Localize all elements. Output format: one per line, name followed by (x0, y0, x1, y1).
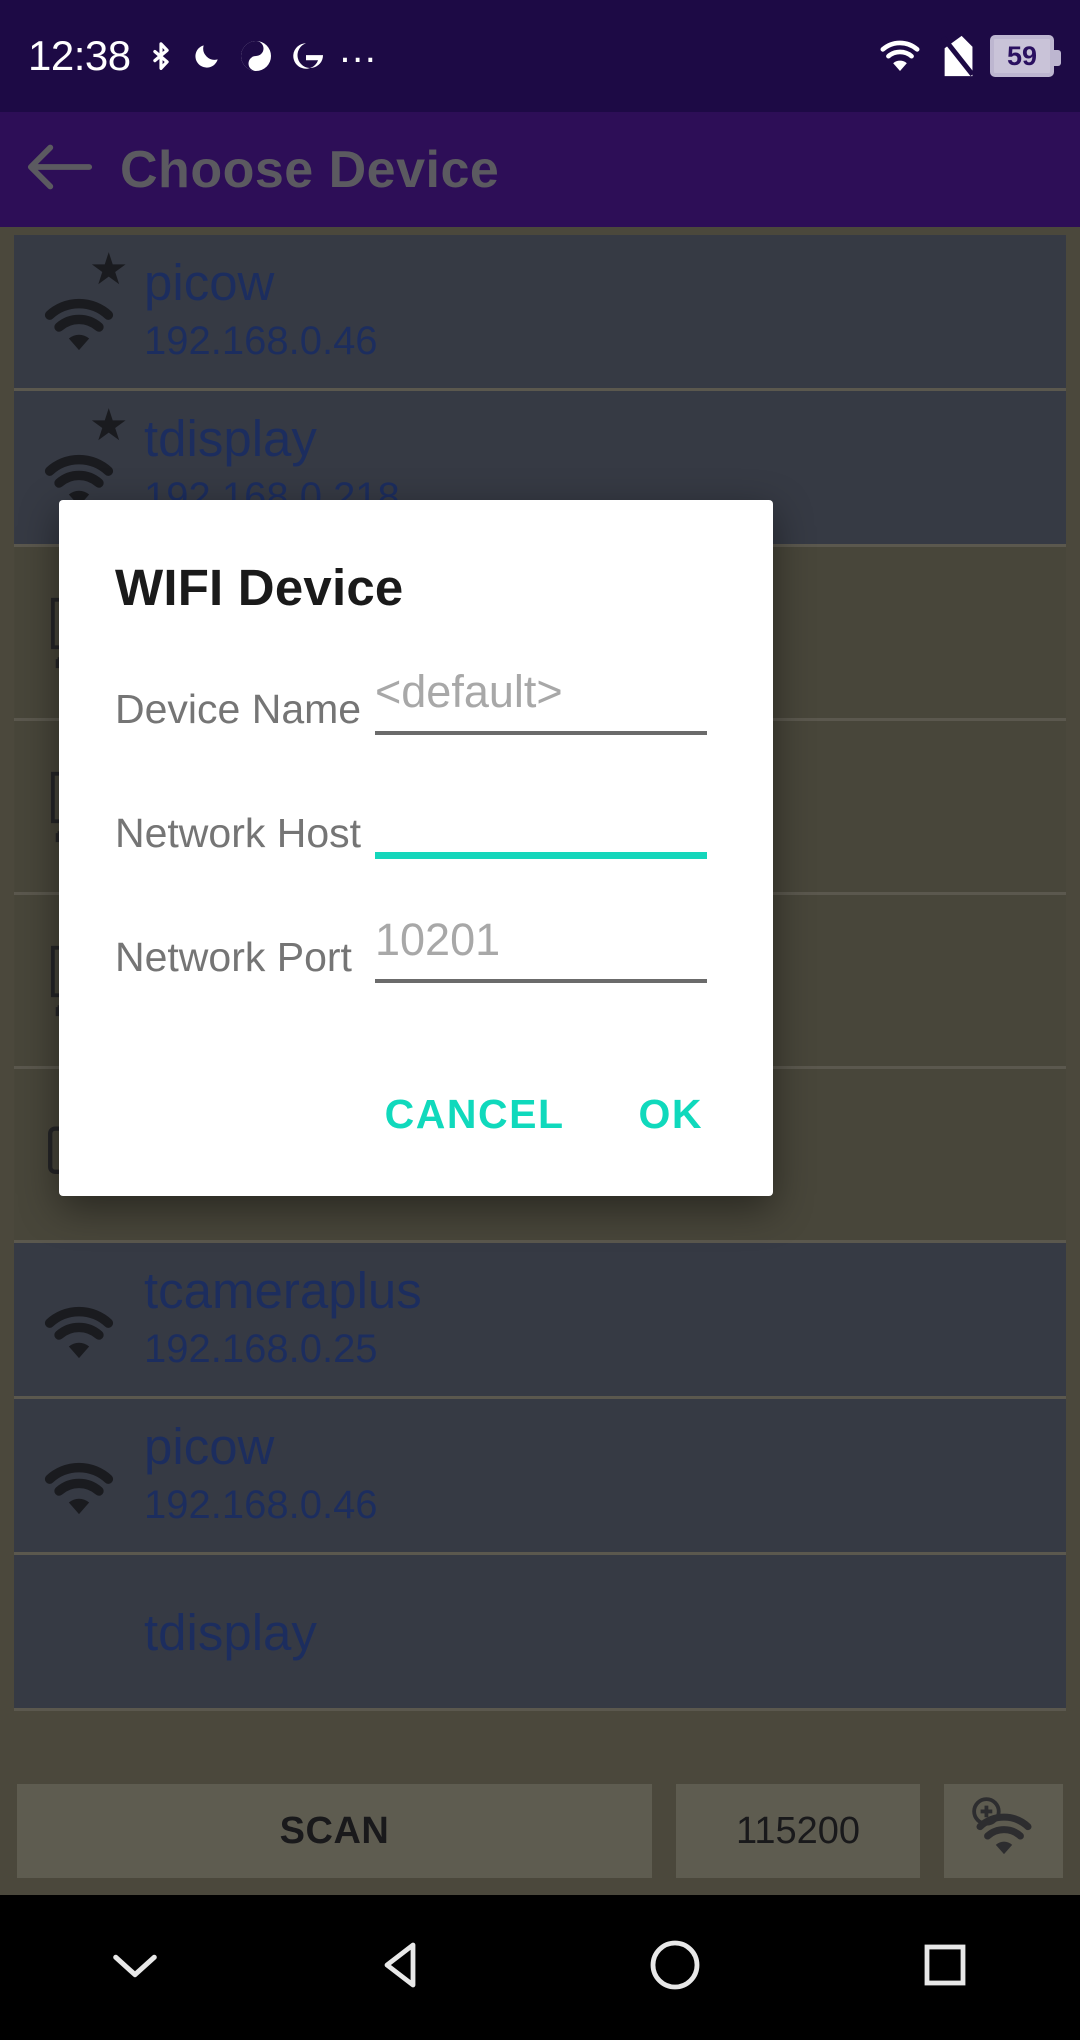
nav-back-button[interactable] (270, 1939, 540, 1996)
square-recents-icon (919, 1939, 971, 1996)
ok-button[interactable]: OK (613, 1077, 730, 1152)
hide-keyboard-button[interactable] (0, 1946, 270, 1989)
status-bar-clock: 12:38 (28, 32, 131, 79)
network-port-underline (375, 979, 707, 983)
triangle-back-icon (379, 1939, 431, 1996)
wifi-icon (14, 1273, 144, 1367)
wifi-icon (14, 1617, 144, 1647)
device-name-label: Device Name (115, 686, 362, 732)
list-item[interactable]: tcameraplus 192.168.0.25 (14, 1243, 1066, 1399)
network-port-label: Network Port (115, 934, 352, 980)
device-ip: 192.168.0.46 (144, 318, 378, 363)
device-name: tdisplay (144, 410, 317, 468)
dialog-title: WIFI Device (115, 559, 404, 616)
do-not-disturb-moon-icon (191, 36, 223, 76)
page-title: Choose Device (120, 140, 500, 199)
baudrate-button[interactable]: 115200 (673, 1781, 923, 1881)
list-item-text: ★ picow 192.168.0.46 (89, 248, 378, 370)
chevron-down-icon (108, 1946, 162, 1989)
list-item-text: tdisplay (144, 1602, 317, 1660)
cancel-button[interactable]: CANCEL (359, 1077, 591, 1152)
device-ip: 192.168.0.46 (144, 1482, 378, 1527)
network-host-field-row: Network Host (59, 791, 773, 871)
android-nav-bar (0, 1895, 1080, 2040)
device-name-value: <default> (375, 666, 563, 717)
device-name-field-row: Device Name <default> (59, 667, 773, 747)
network-host-value (375, 791, 707, 841)
list-item[interactable]: tdisplay (14, 1555, 1066, 1711)
network-port-value: 10201 (375, 914, 501, 965)
network-port-input[interactable]: 10201 (375, 915, 707, 995)
wifi-icon (14, 1429, 144, 1523)
battery-level-text: 59 (1006, 40, 1038, 71)
device-name: picow (144, 1418, 275, 1476)
bluetooth-icon (146, 34, 176, 78)
device-name: picow (144, 254, 275, 312)
scan-button[interactable]: SCAN (14, 1781, 655, 1881)
device-name: tcameraplus (144, 1262, 422, 1320)
device-name-underline (375, 731, 707, 735)
device-ip: 192.168.0.25 (144, 1326, 378, 1371)
sync-icon (238, 36, 274, 76)
status-bar-right: 59 (876, 34, 1061, 78)
status-bar: 12:38 … 59 (0, 0, 1080, 112)
nav-home-button[interactable] (540, 1937, 810, 1998)
wifi-device-dialog: WIFI Device Device Name <default> Networ… (59, 500, 773, 1196)
device-name-input[interactable]: <default> (375, 667, 707, 747)
add-wifi-button[interactable] (941, 1781, 1066, 1881)
circle-home-icon (647, 1937, 703, 1998)
list-item[interactable]: picow 192.168.0.46 (14, 1399, 1066, 1555)
battery-indicator: 59 (990, 35, 1061, 77)
network-port-field-row: Network Port 10201 (59, 915, 773, 995)
add-wifi-icon (963, 1796, 1045, 1867)
nav-recents-button[interactable] (810, 1939, 1080, 1996)
app-bar: Choose Device (0, 112, 1080, 227)
overflow-dots-icon: … (337, 27, 380, 71)
back-arrow-icon (25, 140, 95, 199)
dialog-actions: CANCEL OK (59, 1039, 773, 1170)
network-host-input[interactable] (375, 791, 707, 871)
status-bar-left: 12:38 … (28, 27, 380, 80)
bottom-toolbar: SCAN 115200 (0, 1767, 1080, 1895)
no-sim-icon (940, 34, 974, 78)
google-g-icon (289, 36, 323, 76)
wifi-icon (876, 36, 924, 76)
list-item-text: tcameraplus 192.168.0.25 (144, 1260, 422, 1378)
network-host-underline (375, 852, 707, 859)
favorite-star-icon[interactable]: ★ (89, 404, 128, 448)
favorite-star-icon[interactable]: ★ (89, 248, 128, 292)
network-host-label: Network Host (115, 810, 362, 856)
device-name: tdisplay (144, 1604, 317, 1662)
back-button[interactable] (0, 140, 120, 199)
app-root: 12:38 … 59 Choose Device ★ picow 192.168… (0, 0, 1080, 2040)
list-item-text: picow 192.168.0.46 (144, 1416, 378, 1534)
list-item[interactable]: ★ picow 192.168.0.46 (14, 235, 1066, 391)
